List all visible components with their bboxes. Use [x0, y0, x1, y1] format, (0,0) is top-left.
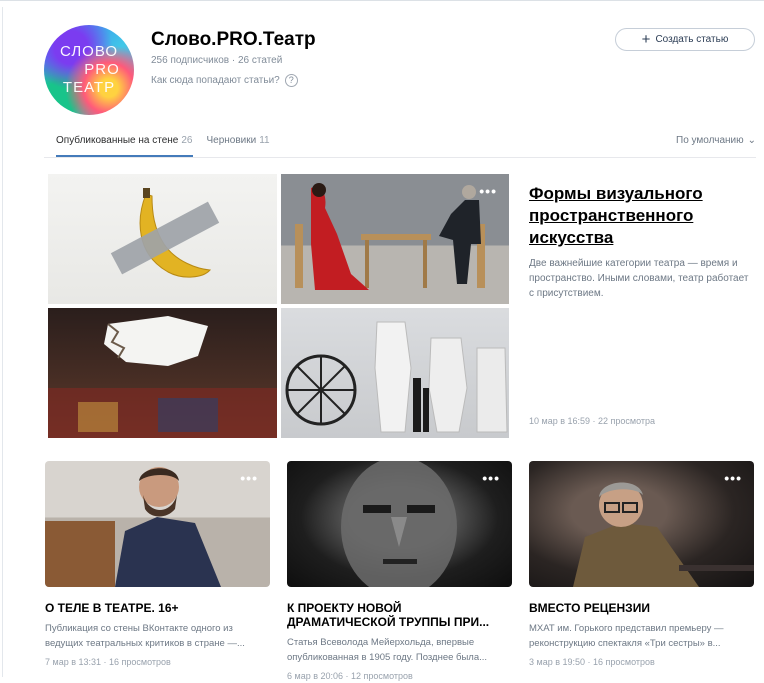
article-card[interactable]: ••• ВМЕСТО РЕЦЕНЗИИ МХАТ им. Горького пр…	[529, 461, 754, 667]
article-title[interactable]: О ТЕЛЕ В ТЕАТРЕ. 16+	[45, 601, 270, 615]
face-illustration	[341, 461, 457, 587]
featured-article-title[interactable]: Формы визуального пространственного иску…	[529, 183, 749, 249]
more-icon[interactable]: •••	[724, 471, 742, 485]
actor-illustration	[573, 482, 754, 587]
article-cover: •••	[529, 461, 754, 587]
article-meta: 7 мар в 13:31 · 16 просмотров	[45, 657, 171, 667]
community-stats: 256 подписчиков · 26 статей	[151, 55, 283, 66]
tabs-divider	[44, 157, 756, 158]
article-title[interactable]: ВМЕСТО РЕЦЕНЗИИ	[529, 601, 754, 615]
cover-image-installation	[281, 308, 509, 438]
more-icon[interactable]: •••	[240, 471, 258, 485]
article-tabs: Опубликованные на стене 26 Черновики 11	[56, 135, 270, 157]
avatar-logo-text: СЛОВО PRO ТЕАТР	[59, 43, 120, 96]
tab-published-count: 26	[181, 135, 193, 146]
more-icon[interactable]: •••	[482, 471, 500, 485]
page: СЛОВО PRO ТЕАТР Слово.PRO.Театр 256 подп…	[0, 0, 764, 683]
article-cover: •••	[287, 461, 512, 587]
ceiling-illustration	[48, 316, 277, 438]
cover-image-performance: •••	[281, 174, 509, 304]
article-description: Публикация со стены ВКонтакте одного из …	[45, 623, 245, 649]
portrait-illustration	[45, 467, 221, 587]
article-description: МХАТ им. Горького представил премьеру — …	[529, 623, 724, 649]
tab-published-label: Опубликованные на стене	[56, 135, 179, 146]
featured-article-description: Две важнейшие категории театра — время и…	[529, 258, 749, 299]
article-card[interactable]: ••• К ПРОЕКТУ НОВОЙ ДРАМАТИЧЕСКОЙ ТРУППЫ…	[287, 461, 512, 681]
plus-icon: +	[641, 31, 651, 48]
article-description: Статья Всеволода Мейерхольда, впервые оп…	[287, 637, 488, 663]
tab-drafts-count: 11	[259, 135, 270, 146]
how-articles-link[interactable]: Как сюда попадают статьи? ?	[151, 74, 298, 87]
performance-illustration	[295, 183, 485, 290]
divider	[2, 7, 3, 677]
tab-published[interactable]: Опубликованные на стене 26	[56, 135, 193, 157]
cover-image-banana	[48, 174, 277, 304]
banana-illustration	[110, 188, 220, 278]
how-articles-label: Как сюда попадают статьи?	[151, 75, 280, 86]
community-avatar[interactable]: СЛОВО PRO ТЕАТР	[44, 25, 134, 115]
article-meta: 3 мар в 19:50 · 16 просмотров	[529, 657, 655, 667]
article-meta: 6 мар в 20:06 · 12 просмотров	[287, 671, 413, 681]
featured-article-cover[interactable]: •••	[48, 174, 509, 438]
tab-drafts[interactable]: Черновики 11	[207, 135, 270, 157]
more-icon[interactable]: •••	[479, 184, 497, 198]
page-title[interactable]: Слово.PRO.Театр	[151, 29, 316, 51]
article-title[interactable]: К ПРОЕКТУ НОВОЙ ДРАМАТИЧЕСКОЙ ТРУППЫ ПРИ…	[287, 601, 512, 629]
sort-label: По умолчанию	[676, 135, 744, 146]
sort-dropdown[interactable]: По умолчанию ⌄	[676, 135, 756, 146]
installation-illustration	[285, 321, 508, 433]
article-card[interactable]: ••• О ТЕЛЕ В ТЕАТРЕ. 16+ Публикация со с…	[45, 461, 270, 667]
create-article-button[interactable]: + Создать статью	[615, 28, 755, 51]
chevron-down-icon: ⌄	[747, 135, 757, 146]
featured-article-meta: 10 мар в 16:59 · 22 просмотра	[529, 416, 656, 426]
create-article-label: Создать статью	[655, 34, 729, 45]
question-icon[interactable]: ?	[284, 74, 298, 87]
article-cover: •••	[45, 461, 270, 587]
tab-drafts-label: Черновики	[206, 135, 257, 146]
cover-image-ceiling	[48, 308, 277, 438]
